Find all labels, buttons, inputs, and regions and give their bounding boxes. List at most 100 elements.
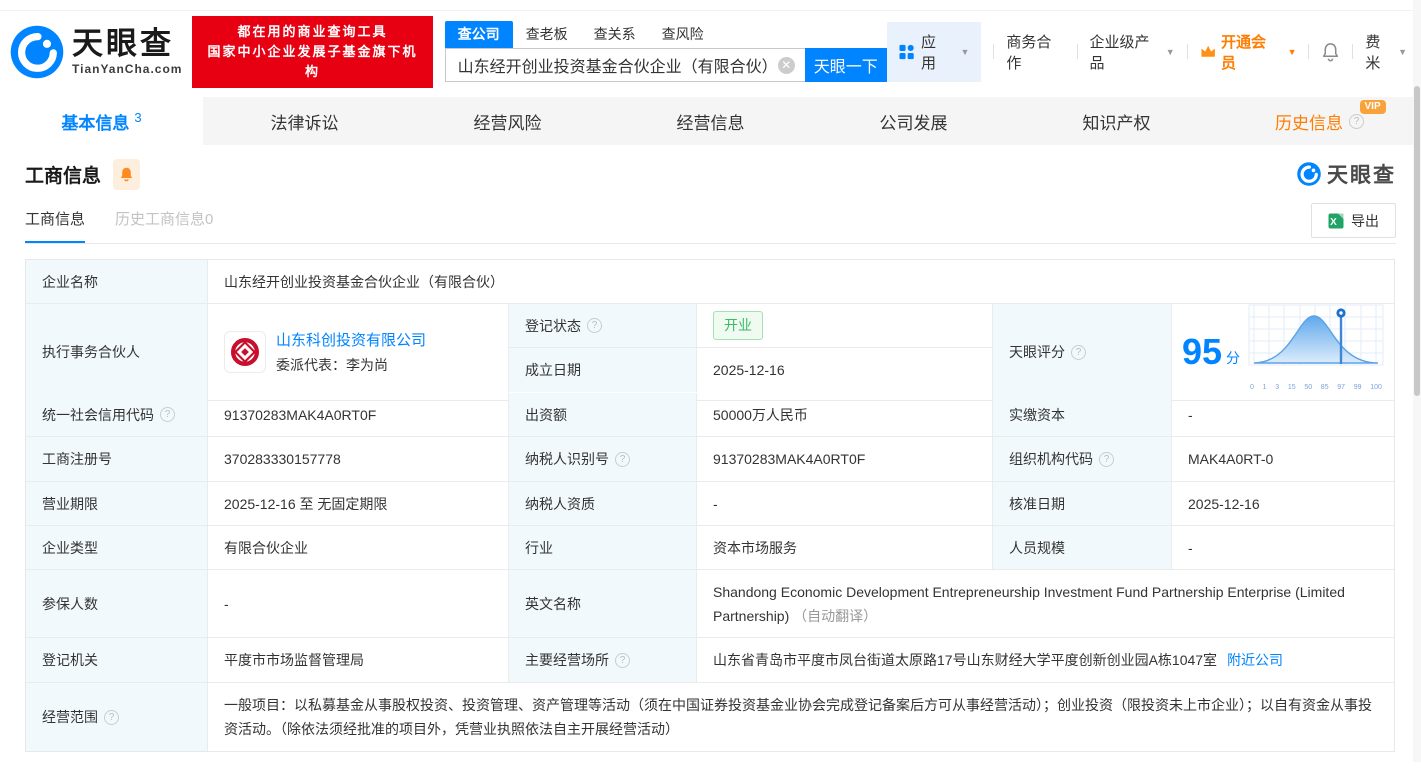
promo-banner: 都在用的商业查询工具 国家中小企业发展子基金旗下机构: [192, 16, 432, 88]
field-label-executive-partner: 执行事务合伙人: [26, 304, 208, 401]
section-title: 工商信息: [25, 161, 101, 188]
field-label-establish-date: 成立日期: [509, 348, 697, 392]
help-icon[interactable]: ?: [1099, 452, 1114, 467]
help-icon[interactable]: ?: [615, 452, 630, 467]
field-value-business-term: 2025-12-16 至 无固定期限: [208, 482, 509, 526]
field-label-premises: 主要经营场所 ?: [509, 638, 697, 683]
open-vip-button[interactable]: 开通会员 ▼: [1200, 31, 1297, 73]
field-value-insured-count: -: [208, 570, 509, 638]
field-value-company-type: 有限合伙企业: [208, 526, 509, 570]
app-grid-icon: [899, 44, 914, 60]
table-row: 营业期限 2025-12-16 至 无固定期限 纳税人资质 - 核准日期 202…: [26, 482, 1394, 526]
apps-menu-label: 应用: [921, 31, 950, 73]
open-vip-label: 开通会员: [1221, 31, 1279, 73]
tab-basic-info[interactable]: 基本信息 3: [0, 97, 203, 145]
page-scrollbar[interactable]: [1413, 0, 1421, 762]
nearby-companies-link[interactable]: 附近公司: [1227, 648, 1283, 672]
field-label-tianyan-score: 天眼评分 ?: [993, 304, 1172, 401]
field-value-approval-date: 2025-12-16: [1172, 482, 1394, 526]
help-icon[interactable]: ?: [615, 653, 630, 668]
orange-bell-icon: [119, 166, 134, 183]
svg-text:X: X: [1330, 217, 1337, 228]
tab-operation-info[interactable]: 经营信息: [609, 97, 812, 145]
tianyancha-logo[interactable]: 天眼查 TianYanCha.com: [8, 23, 182, 81]
logo-subtitle: TianYanCha.com: [72, 62, 182, 76]
field-value-reg-status: 开业: [697, 304, 992, 348]
table-row: 执行事务合伙人 山东科创投资有限公司 委派代表：李为尚 登记状态 ?: [26, 304, 1394, 393]
help-icon[interactable]: ?: [1071, 345, 1086, 360]
vip-crown-icon: [1200, 44, 1216, 59]
search-bar: ✕ 天眼一下: [445, 48, 887, 82]
subtab-business-info[interactable]: 工商信息: [25, 208, 85, 243]
tab-company-development[interactable]: 公司发展: [812, 97, 1015, 145]
help-icon[interactable]: ?: [104, 710, 119, 725]
vip-badge: VIP: [1360, 100, 1386, 114]
search-tab-company[interactable]: 查公司: [445, 21, 513, 48]
tab-legal[interactable]: 法律诉讼: [203, 97, 406, 145]
chevron-down-icon: ▼: [1166, 47, 1175, 57]
help-icon[interactable]: ?: [160, 407, 175, 422]
partner-company-link[interactable]: 山东科创投资有限公司: [276, 332, 426, 349]
tab-basic-info-label: 基本信息: [61, 109, 129, 134]
tab-intellectual-property[interactable]: 知识产权: [1015, 97, 1218, 145]
tab-history-info[interactable]: VIP 历史信息 ?: [1218, 97, 1421, 145]
help-icon[interactable]: ?: [587, 318, 602, 333]
tab-history-info-label: 历史信息: [1275, 109, 1343, 134]
tianyancha-swirl-icon: [8, 23, 66, 81]
field-value-company-name: 山东经开创业投资基金合伙企业（有限合伙）: [208, 260, 1394, 304]
tab-operation-risk[interactable]: 经营风险: [406, 97, 609, 145]
auto-translate-note: （自动翻译）: [793, 608, 877, 624]
help-icon[interactable]: ?: [1349, 114, 1364, 129]
company-tabs: 基本信息 3 法律诉讼 经营风险 经营信息 公司发展 知识产权 VIP 历史信息…: [0, 97, 1421, 145]
scrollbar-thumb[interactable]: [1414, 86, 1420, 396]
search-input[interactable]: [446, 49, 805, 81]
field-value-english-name: Shandong Economic Development Entreprene…: [697, 570, 1394, 638]
tab-basic-info-count: 3: [134, 110, 141, 125]
tianyan-score-cell[interactable]: 95 分: [1172, 304, 1394, 401]
field-label-org-code: 组织机构代码 ?: [993, 437, 1172, 482]
monitor-bell-button[interactable]: [113, 159, 140, 190]
divider: [993, 44, 994, 59]
table-row: 参保人数 - 英文名称 Shandong Economic Developmen…: [26, 570, 1394, 638]
search-button[interactable]: 天眼一下: [805, 48, 887, 82]
field-label-taxpayer-quality: 纳税人资质: [509, 482, 697, 526]
partner-company-logo: [224, 331, 266, 373]
table-row: 工商注册号 370283330157778 纳税人识别号 ? 91370283M…: [26, 437, 1394, 482]
field-value-taxpayer-quality: -: [697, 482, 993, 526]
subtab-row: 工商信息 历史工商信息0 X 导出: [25, 191, 1396, 244]
subtab-history-business-info[interactable]: 历史工商信息0: [115, 208, 213, 243]
nav-enterprise[interactable]: 企业级产品 ▼: [1090, 31, 1175, 73]
apps-menu[interactable]: 应用 ▼: [887, 22, 982, 82]
field-value-reg-number: 370283330157778: [208, 437, 509, 482]
user-menu[interactable]: 费米 ▼: [1365, 31, 1407, 73]
divider: [1187, 44, 1188, 59]
top-header: 天眼查 TianYanCha.com 都在用的商业查询工具 国家中小企业发展子基…: [0, 10, 1421, 92]
field-label-credit-code: 统一社会信用代码 ?: [26, 393, 208, 437]
field-label-reg-number: 工商注册号: [26, 437, 208, 482]
notification-bell[interactable]: [1321, 42, 1340, 62]
clear-icon[interactable]: ✕: [778, 57, 795, 74]
table-row: 经营范围 ? 一般项目：以私募基金从事股权投资、投资管理、资产管理等活动（须在中…: [26, 683, 1394, 751]
field-label-english-name: 英文名称: [509, 570, 697, 638]
divider: [1077, 44, 1078, 59]
field-value-industry: 资本市场服务: [697, 526, 993, 570]
export-button[interactable]: X 导出: [1311, 203, 1396, 238]
table-row: 企业名称 山东经开创业投资基金合伙企业（有限合伙）: [26, 260, 1394, 304]
search-tab-relation[interactable]: 查关系: [581, 21, 649, 48]
field-value-taxpayer-id: 91370283MAK4A0RT0F: [697, 437, 993, 482]
chevron-down-icon: ▼: [961, 47, 970, 57]
table-row: 登记机关 平度市市场监督管理局 主要经营场所 ? 山东省青岛市平度市凤台街道太原…: [26, 638, 1394, 683]
top-nav: 应用 ▼ 商务合作 企业级产品 ▼ 开通会员 ▼ 费米 ▼: [887, 22, 1407, 82]
partner-emblem-icon: [228, 335, 262, 369]
field-label-reg-authority: 登记机关: [26, 638, 208, 683]
field-value-org-code: MAK4A0RT-0: [1172, 437, 1394, 482]
nav-cooperation[interactable]: 商务合作: [1006, 31, 1064, 73]
watermark-logo: 天眼查: [1296, 159, 1396, 189]
field-label-company-type: 企业类型: [26, 526, 208, 570]
search-tab-boss[interactable]: 查老板: [513, 21, 581, 48]
search-tabs: 查公司 查老板 查关系 查风险: [445, 21, 887, 48]
logo-title: 天眼查: [72, 28, 182, 60]
field-value-executive-partner: 山东科创投资有限公司 委派代表：李为尚: [208, 304, 509, 401]
watermark-text: 天眼查: [1327, 159, 1396, 189]
search-tab-risk[interactable]: 查风险: [649, 21, 717, 48]
